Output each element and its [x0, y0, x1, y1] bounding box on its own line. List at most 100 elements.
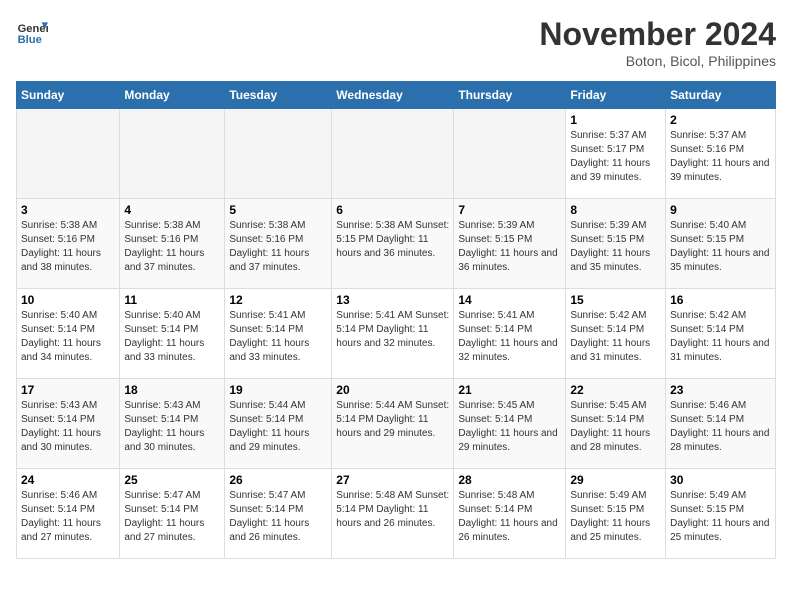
day-cell: 28 Sunrise: 5:48 AM Sunset: 5:14 PM Dayli…: [454, 469, 566, 559]
day-number: 26: [229, 473, 327, 487]
day-cell: 11Sunrise: 5:40 AM Sunset: 5:14 PM Dayli…: [120, 289, 225, 379]
weekday-header-sunday: Sunday: [17, 82, 120, 109]
day-info: Sunrise: 5:49 AM Sunset: 5:15 PM Dayligh…: [670, 489, 771, 545]
day-info: Sunrise: 5:47 AM Sunset: 5:14 PM Dayligh…: [124, 489, 220, 545]
day-number: 18: [124, 383, 220, 397]
day-number: 1: [570, 113, 661, 127]
logo: General Blue: [16, 16, 48, 48]
svg-text:Blue: Blue: [18, 34, 42, 46]
day-cell: 2 Sunrise: 5:37 AM Sunset: 5:16 PM Daylig…: [666, 109, 776, 199]
day-cell: 30 Sunrise: 5:49 AM Sunset: 5:15 PM Dayli…: [666, 469, 776, 559]
day-cell: 16 Sunrise: 5:42 AM Sunset: 5:14 PM Dayli…: [666, 289, 776, 379]
day-info: Sunrise: 5:38 AM Sunset: 5:16 PM Dayligh…: [124, 219, 220, 275]
day-info: Sunrise: 5:40 AM Sunset: 5:14 PM Dayligh…: [21, 309, 115, 365]
day-number: 17: [21, 383, 115, 397]
day-info: Sunrise: 5:46 AM Sunset: 5:14 PM Dayligh…: [21, 489, 115, 545]
day-cell: 26 Sunrise: 5:47 AM Sunset: 5:14 PM Dayli…: [225, 469, 332, 559]
day-number: 5: [229, 203, 327, 217]
day-info: Sunrise: 5:41 AM Sunset: 5:14 PM Dayligh…: [458, 309, 561, 365]
day-info: Sunrise: 5:43 AM Sunset: 5:14 PM Dayligh…: [124, 399, 220, 455]
day-info: Sunrise: 5:41 AM Sunset: 5:14 PM Dayligh…: [229, 309, 327, 365]
day-info: Sunrise: 5:48 AM Sunset: 5:14 PM Dayligh…: [458, 489, 561, 545]
day-cell: 9Sunrise: 5:40 AM Sunset: 5:15 PM Daylig…: [666, 199, 776, 289]
day-number: 23: [670, 383, 771, 397]
location: Boton, Bicol, Philippines: [539, 53, 776, 69]
day-number: 14: [458, 293, 561, 307]
day-cell: 18 Sunrise: 5:43 AM Sunset: 5:14 PM Dayli…: [120, 379, 225, 469]
day-number: 12: [229, 293, 327, 307]
day-cell: 13Sunrise: 5:41 AM Sunset: 5:14 PM Dayli…: [332, 289, 454, 379]
day-cell: [454, 109, 566, 199]
day-cell: 22 Sunrise: 5:45 AM Sunset: 5:14 PM Dayli…: [566, 379, 666, 469]
day-info: Sunrise: 5:44 AM Sunset: 5:14 PM Dayligh…: [336, 399, 449, 441]
day-number: 27: [336, 473, 449, 487]
day-info: Sunrise: 5:46 AM Sunset: 5:14 PM Dayligh…: [670, 399, 771, 455]
day-cell: 15 Sunrise: 5:42 AM Sunset: 5:14 PM Dayli…: [566, 289, 666, 379]
weekday-header-friday: Friday: [566, 82, 666, 109]
day-info: Sunrise: 5:47 AM Sunset: 5:14 PM Dayligh…: [229, 489, 327, 545]
day-number: 20: [336, 383, 449, 397]
week-row-3: 10 Sunrise: 5:40 AM Sunset: 5:14 PM Dayli…: [17, 289, 776, 379]
day-cell: [120, 109, 225, 199]
day-info: Sunrise: 5:38 AM Sunset: 5:16 PM Dayligh…: [229, 219, 327, 275]
day-cell: 27 Sunrise: 5:48 AM Sunset: 5:14 PM Dayli…: [332, 469, 454, 559]
day-info: Sunrise: 5:37 AM Sunset: 5:16 PM Dayligh…: [670, 129, 771, 185]
day-cell: 3Sunrise: 5:38 AM Sunset: 5:16 PM Daylig…: [17, 199, 120, 289]
day-number: 24: [21, 473, 115, 487]
calendar-table: SundayMondayTuesdayWednesdayThursdayFrid…: [16, 81, 776, 559]
title-block: November 2024 Boton, Bicol, Philippines: [539, 16, 776, 69]
weekday-header-wednesday: Wednesday: [332, 82, 454, 109]
day-number: 16: [670, 293, 771, 307]
day-number: 29: [570, 473, 661, 487]
day-cell: 5 Sunrise: 5:38 AM Sunset: 5:16 PM Daylig…: [225, 199, 332, 289]
day-cell: 4Sunrise: 5:38 AM Sunset: 5:16 PM Daylig…: [120, 199, 225, 289]
day-number: 10: [21, 293, 115, 307]
week-row-5: 24 Sunrise: 5:46 AM Sunset: 5:14 PM Dayli…: [17, 469, 776, 559]
day-cell: 12 Sunrise: 5:41 AM Sunset: 5:14 PM Dayli…: [225, 289, 332, 379]
day-cell: 20 Sunrise: 5:44 AM Sunset: 5:14 PM Dayli…: [332, 379, 454, 469]
day-cell: 23 Sunrise: 5:46 AM Sunset: 5:14 PM Dayli…: [666, 379, 776, 469]
day-cell: 17Sunrise: 5:43 AM Sunset: 5:14 PM Dayli…: [17, 379, 120, 469]
day-number: 30: [670, 473, 771, 487]
week-row-4: 17 Sunrise: 5:43 AM Sunset: 5:14 PM Dayli…: [17, 379, 776, 469]
day-cell: [225, 109, 332, 199]
day-number: 22: [570, 383, 661, 397]
day-info: Sunrise: 5:42 AM Sunset: 5:14 PM Dayligh…: [670, 309, 771, 365]
weekday-header-monday: Monday: [120, 82, 225, 109]
day-cell: 6Sunrise: 5:38 AM Sunset: 5:15 PM Daylig…: [332, 199, 454, 289]
day-number: 13: [336, 293, 449, 307]
day-info: Sunrise: 5:37 AM Sunset: 5:17 PM Dayligh…: [570, 129, 661, 185]
day-number: 21: [458, 383, 561, 397]
day-cell: [332, 109, 454, 199]
day-info: Sunrise: 5:42 AM Sunset: 5:14 PM Dayligh…: [570, 309, 661, 365]
day-cell: 1 Sunrise: 5:37 AM Sunset: 5:17 PM Daylig…: [566, 109, 666, 199]
day-info: Sunrise: 5:38 AM Sunset: 5:16 PM Dayligh…: [21, 219, 115, 275]
page-header: General Blue November 2024 Boton, Bicol,…: [16, 16, 776, 69]
day-info: Sunrise: 5:45 AM Sunset: 5:14 PM Dayligh…: [458, 399, 561, 455]
week-row-1: 1 Sunrise: 5:37 AM Sunset: 5:17 PM Daylig…: [17, 109, 776, 199]
day-number: 25: [124, 473, 220, 487]
day-number: 7: [458, 203, 561, 217]
day-cell: 10 Sunrise: 5:40 AM Sunset: 5:14 PM Dayli…: [17, 289, 120, 379]
day-info: Sunrise: 5:40 AM Sunset: 5:14 PM Dayligh…: [124, 309, 220, 365]
day-cell: [17, 109, 120, 199]
day-cell: 21 Sunrise: 5:45 AM Sunset: 5:14 PM Dayli…: [454, 379, 566, 469]
day-number: 15: [570, 293, 661, 307]
day-info: Sunrise: 5:40 AM Sunset: 5:15 PM Dayligh…: [670, 219, 771, 275]
day-info: Sunrise: 5:45 AM Sunset: 5:14 PM Dayligh…: [570, 399, 661, 455]
day-number: 28: [458, 473, 561, 487]
day-info: Sunrise: 5:44 AM Sunset: 5:14 PM Dayligh…: [229, 399, 327, 455]
weekday-header-row: SundayMondayTuesdayWednesdayThursdayFrid…: [17, 82, 776, 109]
day-cell: 29Sunrise: 5:49 AM Sunset: 5:15 PM Dayli…: [566, 469, 666, 559]
day-cell: 14 Sunrise: 5:41 AM Sunset: 5:14 PM Dayli…: [454, 289, 566, 379]
day-cell: 19Sunrise: 5:44 AM Sunset: 5:14 PM Dayli…: [225, 379, 332, 469]
day-number: 2: [670, 113, 771, 127]
month-title: November 2024: [539, 16, 776, 53]
day-cell: 25 Sunrise: 5:47 AM Sunset: 5:14 PM Dayli…: [120, 469, 225, 559]
logo-icon: General Blue: [16, 16, 48, 48]
day-info: Sunrise: 5:39 AM Sunset: 5:15 PM Dayligh…: [458, 219, 561, 275]
day-info: Sunrise: 5:48 AM Sunset: 5:14 PM Dayligh…: [336, 489, 449, 531]
day-info: Sunrise: 5:38 AM Sunset: 5:15 PM Dayligh…: [336, 219, 449, 261]
weekday-header-thursday: Thursday: [454, 82, 566, 109]
weekday-header-tuesday: Tuesday: [225, 82, 332, 109]
